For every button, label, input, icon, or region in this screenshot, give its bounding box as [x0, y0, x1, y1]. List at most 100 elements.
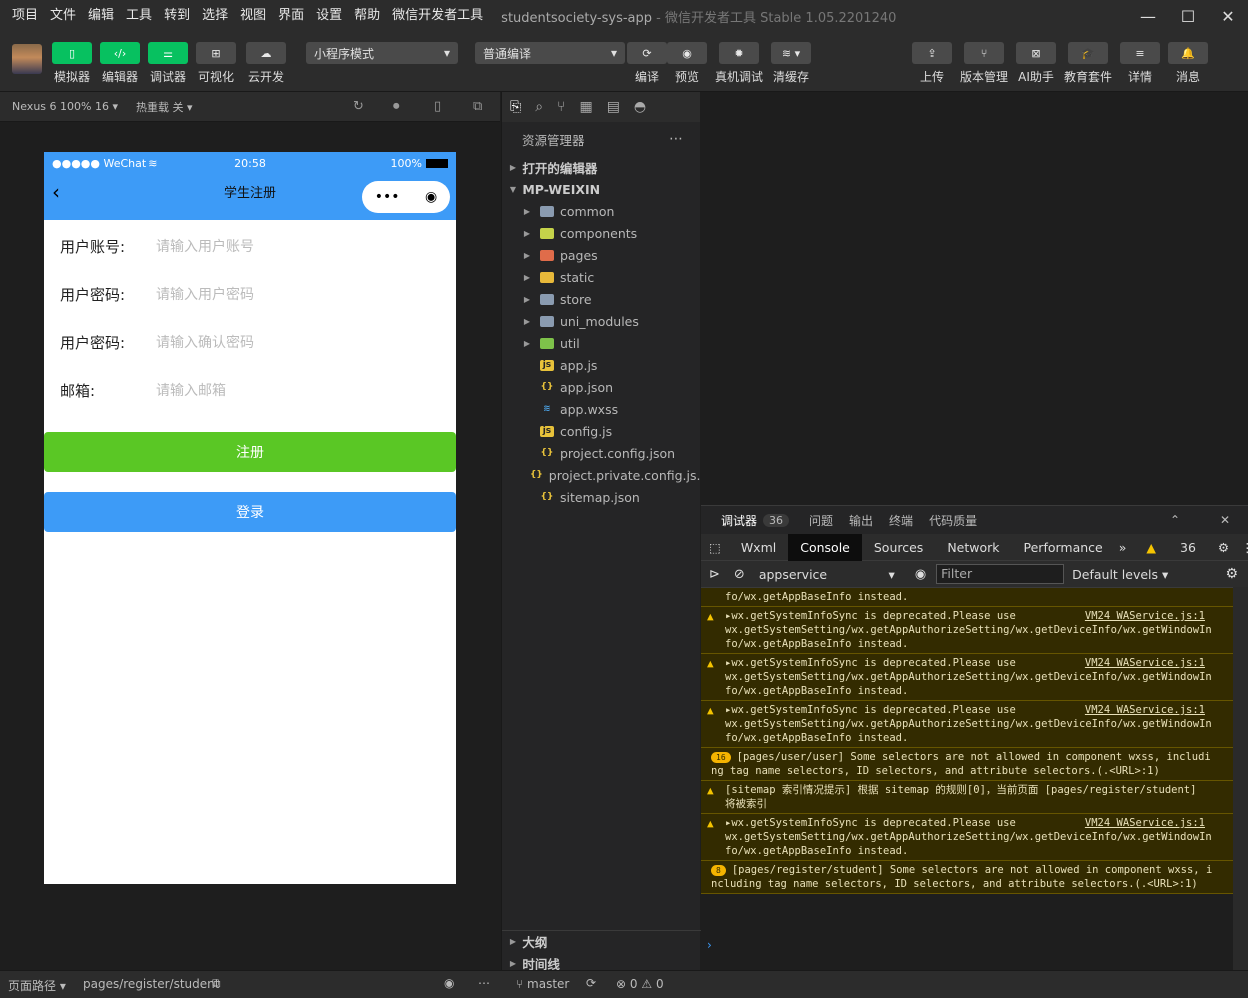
toolbar-button-sliders[interactable]: ⚌ 调试器: [148, 42, 188, 85]
source-link[interactable]: VM24 WAService.js:1: [1085, 656, 1205, 670]
menu-item[interactable]: 帮助: [348, 0, 386, 32]
console-warning[interactable]: 16 [pages/user/user] Some selectors are n…: [701, 748, 1233, 781]
field-input[interactable]: 请输入确认密码: [156, 332, 254, 352]
field-input[interactable]: 请输入邮箱: [156, 380, 226, 400]
more-icon[interactable]: ⋯: [478, 976, 490, 990]
project-root[interactable]: ▼ MP-WEIXIN: [502, 178, 701, 200]
folder-item[interactable]: ▶ common: [502, 200, 701, 222]
menu-item[interactable]: 项目: [6, 0, 44, 32]
debug-tab[interactable]: 调试器: [721, 512, 757, 529]
menu-item[interactable]: 编辑: [82, 0, 120, 32]
open-editors-section[interactable]: ▶ 打开的编辑器: [502, 156, 701, 178]
toolbar-button-layers[interactable]: ≋ ▾ 清缓存: [771, 42, 811, 85]
folder-item[interactable]: ▶ store: [502, 288, 701, 310]
menu-item[interactable]: 转到: [158, 0, 196, 32]
console-warning[interactable]: wx.getSystemSetting/wx.getAppAuthorizeSe…: [701, 588, 1233, 607]
eye-icon[interactable]: ◉: [444, 976, 454, 990]
console-warning[interactable]: ▲ ▸wx.getSystemInfoSync is deprecated.Ple…: [701, 654, 1233, 701]
file-item[interactable]: {} app.json: [502, 376, 701, 398]
debug-tab[interactable]: 输出: [849, 512, 873, 529]
console-filter-input[interactable]: Filter: [936, 564, 1065, 584]
search-icon[interactable]: ⌕: [535, 99, 543, 115]
toolbar-button-eye[interactable]: ◉ 预览: [667, 42, 707, 85]
toolbar-button-mortarboard[interactable]: 🎓 教育套件: [1064, 42, 1112, 85]
toolbar-button-branch[interactable]: ⑂ 版本管理: [960, 42, 1008, 85]
toolbar-button-refresh[interactable]: ⟳ 编译: [627, 42, 667, 85]
folder-item[interactable]: ▶ components: [502, 222, 701, 244]
outline-section[interactable]: ▶ 大纲: [502, 930, 701, 952]
eye-icon[interactable]: ◉: [915, 567, 926, 582]
devtools-tab-sources[interactable]: Sources: [862, 534, 935, 561]
inspect-icon[interactable]: ⬚: [701, 534, 729, 561]
kebab-icon[interactable]: ⋮: [1235, 534, 1248, 561]
git-icon[interactable]: ⑂: [557, 99, 565, 115]
panel-icon[interactable]: ▤: [607, 99, 620, 115]
log-levels-select[interactable]: Default levels ▾: [1072, 567, 1168, 582]
git-branch[interactable]: ⑂ master: [516, 977, 569, 991]
close-panel-icon[interactable]: ✕: [1220, 513, 1230, 527]
devtools-tab-wxml[interactable]: Wxml: [729, 534, 788, 561]
file-item[interactable]: ≋ app.wxss: [502, 398, 701, 420]
folder-item[interactable]: ▶ static: [502, 266, 701, 288]
problems-summary[interactable]: ⊗ 0 ⚠ 0: [616, 977, 664, 991]
more-options-icon[interactable]: ⋯: [669, 131, 683, 147]
phone-icon[interactable]: ▯: [434, 99, 441, 114]
menu-item[interactable]: 文件: [44, 0, 82, 32]
file-item[interactable]: js app.js: [502, 354, 701, 376]
debug-tab[interactable]: 代码质量: [929, 512, 977, 529]
menu-item[interactable]: 工具: [120, 0, 158, 32]
stop-icon[interactable]: ⏺: [393, 99, 400, 114]
toolbar-button-bell[interactable]: 🔔 消息: [1168, 42, 1208, 85]
console-warning[interactable]: ▲ [sitemap 索引情况提示] 根据 sitemap 的规则[0]，当前页面…: [701, 781, 1233, 814]
file-item[interactable]: js config.js: [502, 420, 701, 442]
console-warning[interactable]: 8 [pages/register/student] Some selectors…: [701, 861, 1233, 894]
context-select[interactable]: appservice ▾: [759, 567, 895, 582]
console-settings-icon[interactable]: ⚙: [1225, 566, 1238, 582]
menu-item[interactable]: 界面: [272, 0, 310, 32]
source-link[interactable]: VM24 WAService.js:1: [1085, 703, 1205, 717]
toolbar-button-layout[interactable]: ⊞ 可视化: [196, 42, 236, 85]
toolbar-button-cloud[interactable]: ☁ 云开发: [246, 42, 286, 85]
menu-item[interactable]: 选择: [196, 0, 234, 32]
minimize-icon[interactable]: —: [1128, 0, 1168, 32]
page-path-select[interactable]: 页面路径 ▾: [8, 977, 66, 994]
login-button[interactable]: 登录: [44, 492, 456, 532]
clear-console-icon[interactable]: ⊘: [734, 567, 745, 582]
folder-item[interactable]: ▶ uni_modules: [502, 310, 701, 332]
console-prompt[interactable]: ›: [707, 938, 712, 952]
more-icon[interactable]: •••: [375, 189, 400, 205]
console-warning[interactable]: ▲ ▸wx.getSystemInfoSync is deprecated.Ple…: [701, 701, 1233, 748]
field-input[interactable]: 请输入用户密码: [156, 284, 254, 304]
menu-item[interactable]: 微信开发者工具: [386, 0, 489, 32]
toolbar-button-bug[interactable]: ✹ 真机调试: [715, 42, 763, 85]
field-input[interactable]: 请输入用户账号: [156, 236, 254, 256]
toolbar-button-menu[interactable]: ≡ 详情: [1120, 42, 1160, 85]
capsule-menu[interactable]: ••• ◉: [362, 181, 450, 213]
debug-tab[interactable]: 问题: [809, 512, 833, 529]
more-tabs-icon[interactable]: »: [1115, 534, 1131, 561]
file-item[interactable]: {} project.config.json: [502, 442, 701, 464]
source-link[interactable]: VM24 WAService.js:1: [1085, 609, 1205, 623]
console-scrollbar[interactable]: [1233, 587, 1248, 970]
folder-item[interactable]: ▶ pages: [502, 244, 701, 266]
warning-count[interactable]: ▲ 36: [1130, 534, 1212, 561]
docker-icon[interactable]: ◓: [634, 99, 646, 115]
files-icon[interactable]: ⎘: [510, 99, 521, 115]
settings-icon[interactable]: ⚙: [1212, 534, 1235, 561]
register-button[interactable]: 注册: [44, 432, 456, 472]
toolbar-button-code[interactable]: ‹/› 编辑器: [100, 42, 140, 85]
mode-select[interactable]: 小程序模式 ▾: [306, 42, 458, 64]
sync-icon[interactable]: ⟳: [586, 976, 596, 990]
maximize-icon[interactable]: ☐: [1168, 0, 1208, 32]
close-window-icon[interactable]: ✕: [1208, 0, 1248, 32]
popout-icon[interactable]: ⧉: [473, 99, 482, 114]
file-item[interactable]: {} project.private.config.js...: [502, 464, 701, 486]
collapse-icon[interactable]: ⌃: [1170, 513, 1180, 527]
folder-item[interactable]: ▶ util: [502, 332, 701, 354]
devtools-tab-network[interactable]: Network: [935, 534, 1011, 561]
hot-reload-toggle[interactable]: 热重载 关 ▾: [136, 99, 193, 115]
console-warning[interactable]: ▲ ▸wx.getSystemInfoSync is deprecated.Ple…: [701, 814, 1233, 861]
menu-item[interactable]: 视图: [234, 0, 272, 32]
console-warning[interactable]: ▲ ▸wx.getSystemInfoSync is deprecated.Ple…: [701, 607, 1233, 654]
toolbar-button-phone[interactable]: ▯ 模拟器: [52, 42, 92, 85]
